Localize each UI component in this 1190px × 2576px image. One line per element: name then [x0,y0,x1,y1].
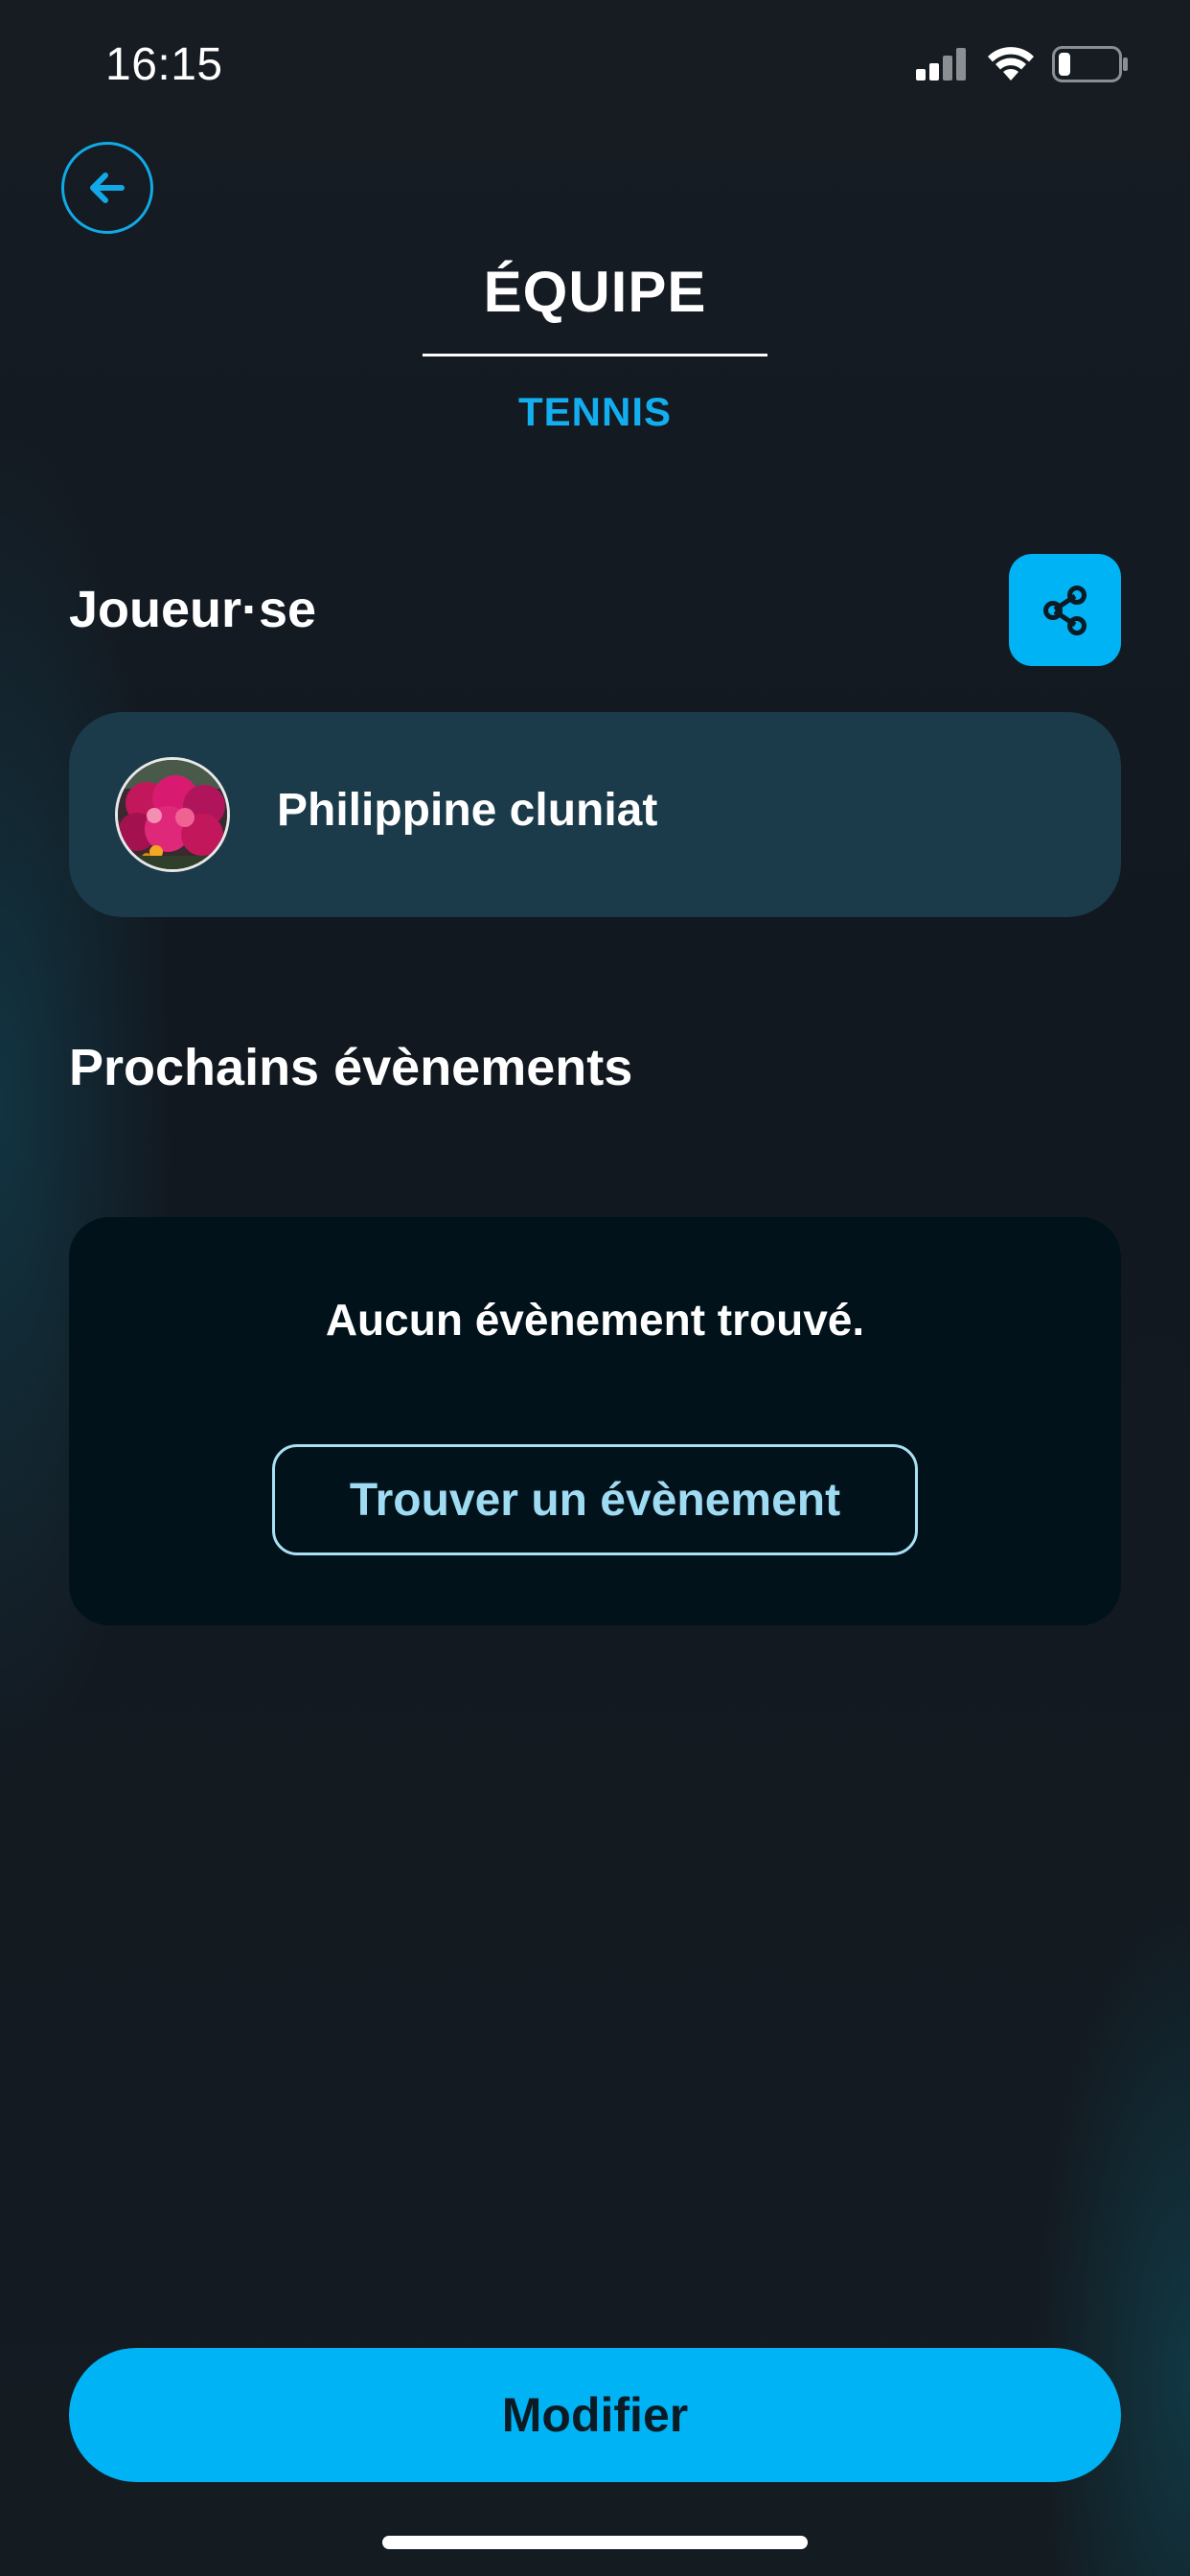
cellular-signal-icon [916,48,966,80]
page-title: ÉQUIPE [483,260,707,324]
events-empty-message: Aucun évènement trouvé. [325,1295,865,1345]
back-button[interactable] [61,142,153,234]
events-empty-card [69,1217,1121,1625]
wifi-icon [988,47,1034,80]
modify-button[interactable]: Modifier [69,2348,1121,2482]
find-event-button[interactable]: Trouver un évènement [272,1444,918,1555]
players-section-heading: Joueur·se [69,581,317,638]
arrow-left-icon [90,172,125,203]
player-avatar [115,757,230,872]
home-indicator [382,2536,808,2549]
share-icon [1042,585,1087,635]
title-underline [423,354,767,356]
share-button[interactable] [1009,554,1121,666]
status-time: 16:15 [105,39,223,90]
events-section-heading: Prochains évènements [69,1039,633,1096]
page-subtitle: TENNIS [517,389,672,434]
player-name: Philippine cluniat [277,785,658,836]
battery-icon [1052,46,1128,82]
